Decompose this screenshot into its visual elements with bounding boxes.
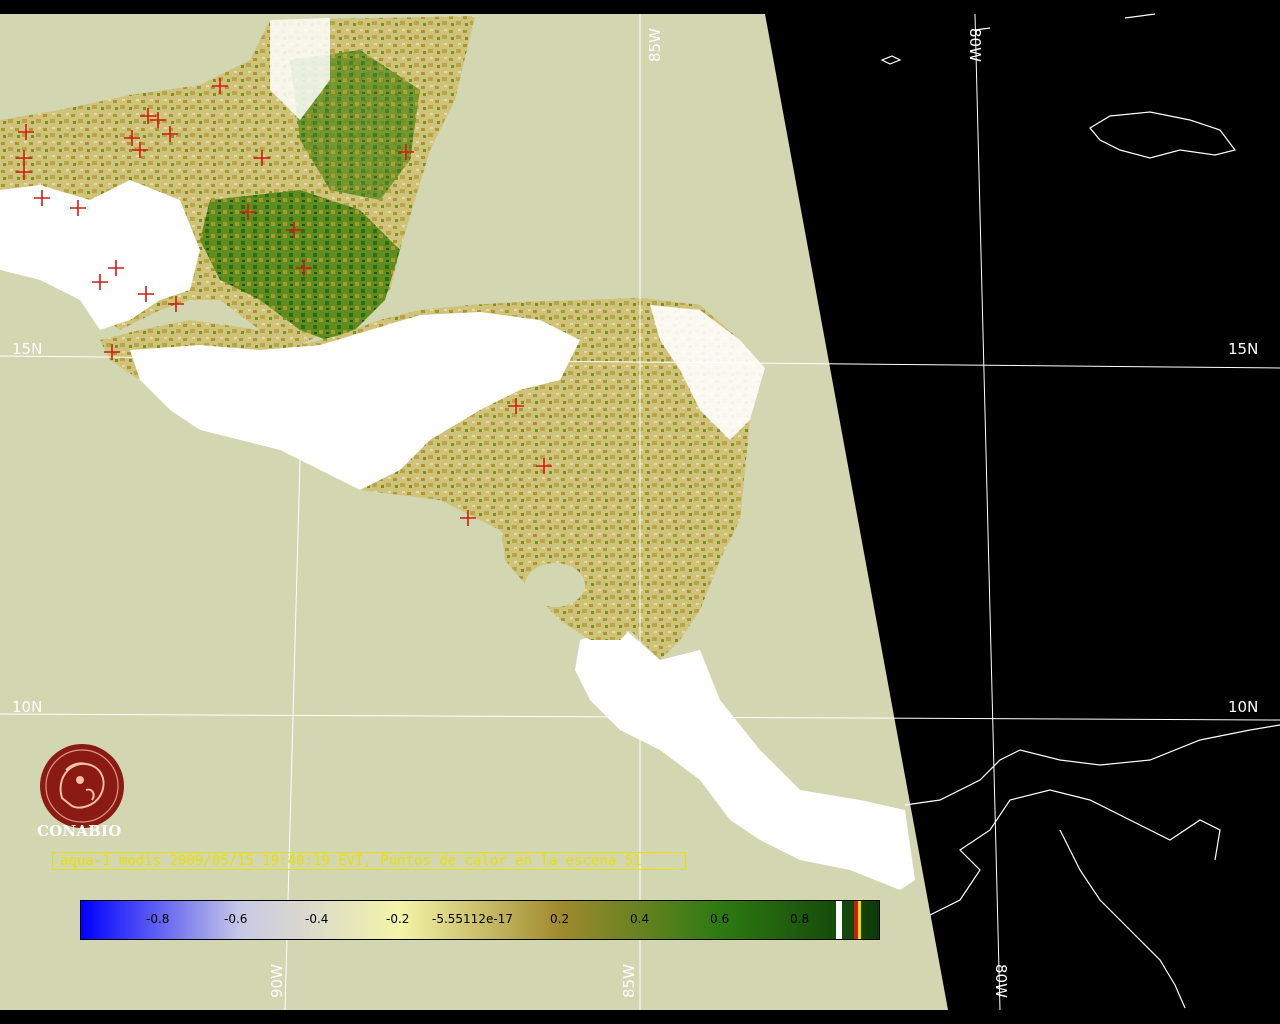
colorbar-tick-label: -5.55112e-17 [432, 912, 513, 926]
colorbar-tick-label: -0.6 [224, 912, 248, 926]
colorbar-tick-label: -0.2 [386, 912, 410, 926]
scene-caption: aqua-1 modis 2009/05/15 19:40:19 EVI, Pu… [60, 853, 642, 869]
conabio-logo-text: CONABIO [37, 822, 122, 840]
colorbar-tick-label: 0.2 [550, 912, 570, 926]
lat-15n-right-label: 15N [1228, 340, 1258, 358]
colorbar-tick-label: 0.4 [630, 912, 650, 926]
lon-85w-top-label: 85W [646, 28, 664, 62]
colorbar-tick-label: -0.4 [305, 912, 329, 926]
colorbar-cloud-swatch [836, 901, 842, 939]
colorbar-tick-label: 0.8 [790, 912, 810, 926]
map-canvas: 15N 15N 10N 10N 85W 80W 90W 85W 80W [0, 0, 1280, 1024]
lat-15n-left-label: 15N [12, 340, 42, 358]
colorbar-nodata-swatch [858, 901, 861, 939]
lon-80w-top-label: 80W [966, 28, 984, 62]
colorbar-tick-label: 0.6 [710, 912, 730, 926]
lake-nicaragua [525, 563, 585, 607]
colorbar-tick-label: -0.8 [146, 912, 170, 926]
lon-85w-bottom-label: 85W [620, 964, 638, 998]
lon-80w-bottom-label: 80W [992, 964, 1010, 998]
lat-10n-right-label: 10N [1228, 698, 1258, 716]
lon-90w-bottom-label: 90W [268, 964, 286, 998]
lat-10n-left-label: 10N [12, 698, 42, 716]
